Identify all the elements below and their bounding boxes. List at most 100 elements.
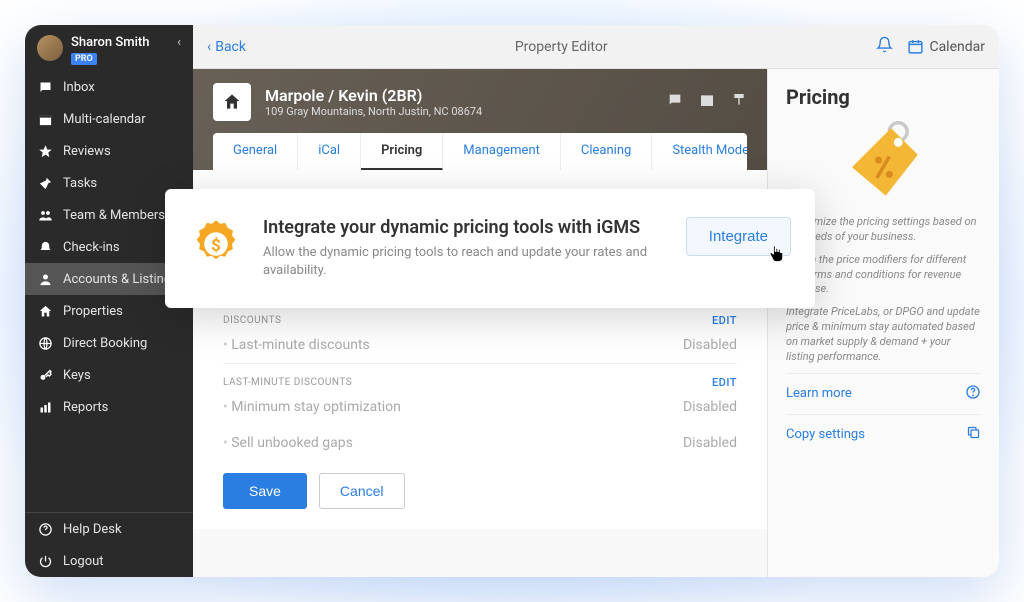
collapse-sidebar-icon[interactable]: ‹ xyxy=(177,35,181,50)
setting-row: Minimum stay optimization Disabled xyxy=(223,389,737,425)
group-label: LAST-MINUTE DISCOUNTS EDIT xyxy=(223,363,737,389)
paint-icon[interactable] xyxy=(731,92,747,112)
save-button[interactable]: Save xyxy=(223,473,307,509)
back-label: Back xyxy=(215,39,246,55)
power-icon xyxy=(37,553,53,569)
right-paragraph: Set up the price modifiers for different… xyxy=(786,253,981,298)
team-icon xyxy=(37,207,53,223)
sidebar-item-label: Keys xyxy=(63,368,91,383)
home-icon xyxy=(37,303,53,319)
tab-cleaning[interactable]: Cleaning xyxy=(561,133,652,170)
sidebar-item-multi-calendar[interactable]: Multi-calendar xyxy=(25,103,193,135)
right-paragraphs: Customize the pricing settings based on … xyxy=(786,215,981,365)
sidebar-item-reviews[interactable]: Reviews xyxy=(25,135,193,167)
gear-dollar-icon: $ xyxy=(189,217,243,271)
group-name: DISCOUNTS xyxy=(223,315,281,326)
edit-link[interactable]: EDIT xyxy=(712,376,737,389)
tab-pricing[interactable]: Pricing xyxy=(361,133,443,170)
group-label: DISCOUNTS EDIT xyxy=(223,314,737,327)
profile-name: Sharon Smith xyxy=(71,35,149,50)
sidebar-item-label: Help Desk xyxy=(63,522,122,537)
setting-row: Sell unbooked gaps Disabled xyxy=(223,425,737,461)
tabs: GeneraliCalPricingManagementCleaningStea… xyxy=(213,133,747,170)
sidebar-item-label: Reviews xyxy=(63,144,111,159)
pro-badge: PRO xyxy=(71,53,97,65)
property-address: 109 Gray Mountains, North Justin, NC 086… xyxy=(265,105,482,118)
tab-ical[interactable]: iCal xyxy=(298,133,361,170)
edit-link[interactable]: EDIT xyxy=(712,314,737,327)
calendar-link[interactable]: Calendar xyxy=(907,38,985,55)
setting-state: Disabled xyxy=(683,435,737,451)
setting-state: Disabled xyxy=(683,337,737,353)
tab-management[interactable]: Management xyxy=(443,133,561,170)
home-icon xyxy=(213,83,251,121)
learn-more-link[interactable]: Learn more xyxy=(786,373,981,414)
bottom-nav: Help Desk Logout xyxy=(25,512,193,577)
right-panel: Pricing Customize the pricing settings b… xyxy=(767,69,999,577)
globe-icon xyxy=(37,335,53,351)
bell-icon[interactable] xyxy=(876,36,893,57)
modal-title: Integrate your dynamic pricing tools wit… xyxy=(263,217,666,238)
user-icon xyxy=(37,271,53,287)
svg-text:$: $ xyxy=(211,236,221,256)
integrate-label: Integrate xyxy=(709,228,768,245)
sidebar-item-reports[interactable]: Reports xyxy=(25,391,193,423)
integrate-modal: $ Integrate your dynamic pricing tools w… xyxy=(165,189,815,308)
calendar-small-icon[interactable] xyxy=(699,92,715,112)
sidebar-item-help-desk[interactable]: Help Desk xyxy=(25,513,193,545)
back-button[interactable]: ‹ Back xyxy=(207,39,246,55)
sidebar-item-label: Check-ins xyxy=(63,240,120,255)
content: Marpole / Kevin (2BR) 109 Gray Mountains… xyxy=(193,69,999,577)
app-window: Sharon Smith PRO ‹ Inbox Multi-calendar Re… xyxy=(25,25,999,577)
chat-icon xyxy=(37,79,53,95)
right-paragraph: Integrate PriceLabs, or DPGO and update … xyxy=(786,305,981,364)
right-paragraph: Customize the pricing settings based on … xyxy=(786,215,981,245)
property-actions xyxy=(667,92,747,112)
sidebar-item-keys[interactable]: Keys xyxy=(25,359,193,391)
integrate-button[interactable]: Integrate xyxy=(686,217,791,256)
sidebar-item-logout[interactable]: Logout xyxy=(25,545,193,577)
bell-icon xyxy=(37,239,53,255)
chat-icon[interactable] xyxy=(667,92,683,112)
tab-stealth-mode[interactable]: Stealth Mode xyxy=(652,133,747,170)
help-circle-icon xyxy=(965,384,981,404)
avatar xyxy=(37,35,63,61)
help-icon xyxy=(37,521,53,537)
sidebar-item-label: Properties xyxy=(63,304,123,319)
sidebar-item-label: Direct Booking xyxy=(63,336,147,351)
sidebar-item-direct-booking[interactable]: Direct Booking xyxy=(25,327,193,359)
sidebar-item-label: Accounts & Listings xyxy=(63,272,178,287)
page-title: Property Editor xyxy=(246,39,876,55)
chevron-left-icon: ‹ xyxy=(207,39,211,55)
copy-settings-link[interactable]: Copy settings xyxy=(786,414,981,454)
topbar-actions: Calendar xyxy=(876,36,985,57)
tab-general[interactable]: General xyxy=(213,133,298,170)
right-panel-title: Pricing xyxy=(786,85,981,109)
center-column: Marpole / Kevin (2BR) 109 Gray Mountains… xyxy=(193,69,767,577)
star-icon xyxy=(37,143,53,159)
setting-name: Last-minute discounts xyxy=(223,337,370,353)
sidebar-item-label: Logout xyxy=(63,554,104,569)
sidebar-item-label: Reports xyxy=(63,400,108,415)
learn-more-label: Learn more xyxy=(786,386,852,401)
property-header: Marpole / Kevin (2BR) 109 Gray Mountains… xyxy=(193,69,767,170)
cancel-button[interactable]: Cancel xyxy=(319,473,405,509)
sidebar-item-label: Multi-calendar xyxy=(63,112,146,127)
setting-name: Minimum stay optimization xyxy=(223,399,401,415)
calendar-label: Calendar xyxy=(929,39,985,55)
pricing-groups: DISCOUNTS EDIT Last-minute discounts Disabl… xyxy=(223,314,737,461)
property-name: Marpole / Kevin (2BR) xyxy=(265,86,482,105)
calendar-icon xyxy=(37,111,53,127)
group-name: LAST-MINUTE DISCOUNTS xyxy=(223,377,352,388)
copy-settings-label: Copy settings xyxy=(786,427,865,442)
button-row: Save Cancel xyxy=(223,473,737,509)
sidebar-item-inbox[interactable]: Inbox xyxy=(25,71,193,103)
copy-icon xyxy=(966,425,981,444)
sidebar-item-label: Tasks xyxy=(63,176,97,191)
broom-icon xyxy=(37,175,53,191)
chart-icon xyxy=(37,399,53,415)
setting-state: Disabled xyxy=(683,399,737,415)
sidebar-item-label: Team & Members xyxy=(63,208,165,223)
setting-name: Sell unbooked gaps xyxy=(223,435,353,451)
profile-block[interactable]: Sharon Smith PRO ‹ xyxy=(25,25,193,71)
